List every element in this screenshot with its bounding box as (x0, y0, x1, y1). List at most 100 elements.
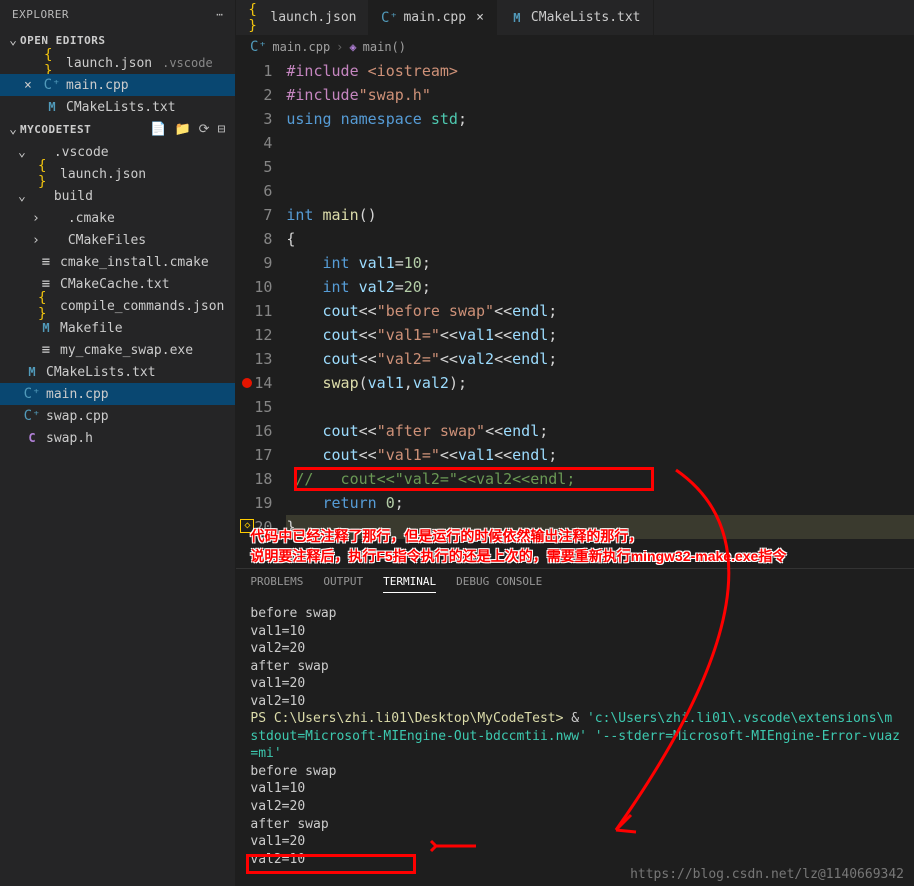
code-line[interactable]: return 0; (286, 491, 914, 515)
code-line[interactable]: // cout<<"val2="<<val2<<endl; (286, 467, 914, 491)
code-line[interactable]: cout<<"val2="<<val2<<endl; (286, 347, 914, 371)
explorer-header: EXPLORER ⋯ (0, 0, 235, 29)
line-number[interactable]: 6 (236, 179, 272, 203)
terminal-line: val1=10 (250, 780, 900, 798)
line-number[interactable]: 14 (236, 371, 272, 395)
chevron-down-icon: ⌄ (18, 145, 26, 160)
new-folder-icon[interactable]: 📁 (174, 122, 190, 137)
tree-item[interactable]: M Makefile (0, 317, 235, 339)
code-line[interactable] (286, 131, 914, 155)
tree-item[interactable]: ⌄ build (0, 185, 235, 207)
line-number[interactable]: 3 (236, 107, 272, 131)
code-line[interactable]: int val2=20; (286, 275, 914, 299)
line-number[interactable]: 10 (236, 275, 272, 299)
close-icon[interactable]: × (476, 10, 484, 25)
open-editor-item[interactable]: { } launch.json .vscode (0, 52, 235, 74)
line-number[interactable]: 17 (236, 443, 272, 467)
terminal-line: val2=20 (250, 798, 900, 816)
new-file-icon[interactable]: 📄 (150, 122, 166, 137)
line-number[interactable]: 9 (236, 251, 272, 275)
open-editors-section[interactable]: ⌄ OPEN EDITORS (0, 29, 235, 52)
cpp-icon: C⁺ (250, 39, 266, 55)
terminal-line: =mi' (250, 745, 900, 763)
line-number[interactable]: 1 (236, 59, 272, 83)
project-section[interactable]: ⌄ MYCODETEST 📄 📁 ⟳ ⊟ (0, 118, 235, 141)
line-number[interactable]: 8 (236, 227, 272, 251)
code-line[interactable]: cout<<"after swap"<<endl; (286, 419, 914, 443)
terminal-line: before swap (250, 763, 900, 781)
file-name: compile_commands.json (60, 299, 224, 314)
line-number[interactable]: 16 (236, 419, 272, 443)
tree-item[interactable]: ≡ CMakeCache.txt (0, 273, 235, 295)
chevron-down-icon: ⌄ (18, 189, 26, 204)
line-number[interactable]: 2 (236, 83, 272, 107)
code-line[interactable]: #include"swap.h" (286, 83, 914, 107)
code-line[interactable]: cout<<"val1="<<val1<<endl; (286, 443, 914, 467)
cpp-icon: C⁺ (24, 386, 40, 402)
line-number[interactable]: ◇20 (236, 515, 272, 539)
code-line[interactable]: cout<<"before swap"<<endl; (286, 299, 914, 323)
line-number[interactable]: 7 (236, 203, 272, 227)
terminal-line: val2=20 (250, 640, 900, 658)
tree-item[interactable]: › CMakeFiles (0, 229, 235, 251)
line-number[interactable]: 11 (236, 299, 272, 323)
panel-tab[interactable]: PROBLEMS (250, 575, 303, 593)
line-number[interactable]: 19 (236, 491, 272, 515)
file-path: .vscode (162, 56, 213, 70)
terminal-output[interactable]: before swapval1=10val2=20after swapval1=… (236, 599, 914, 874)
file-name: build (54, 189, 93, 204)
chevron-right-icon: › (32, 211, 40, 226)
tree-item[interactable]: › .cmake (0, 207, 235, 229)
code-line[interactable]: { (286, 227, 914, 251)
code-line[interactable]: #include <iostream> (286, 59, 914, 83)
editor-tab[interactable]: { } launch.json (236, 0, 369, 35)
breadcrumb[interactable]: C⁺ main.cpp › ◈ main() (236, 35, 914, 59)
explorer-title: EXPLORER (12, 8, 69, 21)
open-editor-item[interactable]: M CMakeLists.txt (0, 96, 235, 118)
line-number[interactable]: 15 (236, 395, 272, 419)
code-line[interactable] (286, 155, 914, 179)
line-number[interactable]: 18 (236, 467, 272, 491)
folder-icon (46, 232, 62, 248)
line-number[interactable]: 4 (236, 131, 272, 155)
explorer-more-icon[interactable]: ⋯ (216, 8, 223, 21)
refresh-icon[interactable]: ⟳ (199, 122, 210, 137)
tree-item[interactable]: ⌄ .vscode (0, 141, 235, 163)
panel-tab[interactable]: DEBUG CONSOLE (456, 575, 542, 593)
file-name: cmake_install.cmake (60, 255, 209, 270)
close-icon[interactable]: × (24, 78, 38, 93)
open-editor-item[interactable]: × C⁺ main.cpp (0, 74, 235, 96)
editor-tab[interactable]: C⁺ main.cpp × (369, 0, 496, 35)
tree-item[interactable]: ≡ my_cmake_swap.exe (0, 339, 235, 361)
code-content[interactable]: #include <iostream>#include"swap.h"using… (286, 59, 914, 568)
code-line[interactable]: using namespace std; (286, 107, 914, 131)
line-gutter[interactable]: 12345678910111213141516171819◇20 (236, 59, 286, 568)
collapse-icon[interactable]: ⊟ (218, 122, 226, 137)
code-line[interactable] (286, 395, 914, 419)
panel-tab[interactable]: OUTPUT (323, 575, 363, 593)
tree-item[interactable]: M CMakeLists.txt (0, 361, 235, 383)
breakpoint-icon[interactable] (242, 378, 252, 388)
file-icon: ≡ (38, 254, 54, 270)
tree-item[interactable]: C⁺ main.cpp (0, 383, 235, 405)
code-editor[interactable]: 12345678910111213141516171819◇20 #includ… (236, 59, 914, 568)
tree-item[interactable]: ≡ cmake_install.cmake (0, 251, 235, 273)
code-line[interactable] (286, 179, 914, 203)
code-line[interactable]: int val1=10; (286, 251, 914, 275)
panel-tab[interactable]: TERMINAL (383, 575, 436, 593)
editor-tab[interactable]: M CMakeLists.txt (497, 0, 654, 35)
tree-item[interactable]: { } launch.json (0, 163, 235, 185)
tree-item[interactable]: { } compile_commands.json (0, 295, 235, 317)
line-number[interactable]: 13 (236, 347, 272, 371)
code-line[interactable]: cout<<"val1="<<val1<<endl; (286, 323, 914, 347)
code-line[interactable]: } (286, 515, 914, 539)
code-line[interactable]: swap(val1,val2); (286, 371, 914, 395)
json-icon: { } (44, 55, 60, 71)
tree-item[interactable]: C swap.h (0, 427, 235, 449)
file-name: main.cpp (66, 78, 129, 93)
code-line[interactable]: int main() (286, 203, 914, 227)
line-number[interactable]: 5 (236, 155, 272, 179)
file-name: launch.json (60, 167, 146, 182)
tree-item[interactable]: C⁺ swap.cpp (0, 405, 235, 427)
line-number[interactable]: 12 (236, 323, 272, 347)
